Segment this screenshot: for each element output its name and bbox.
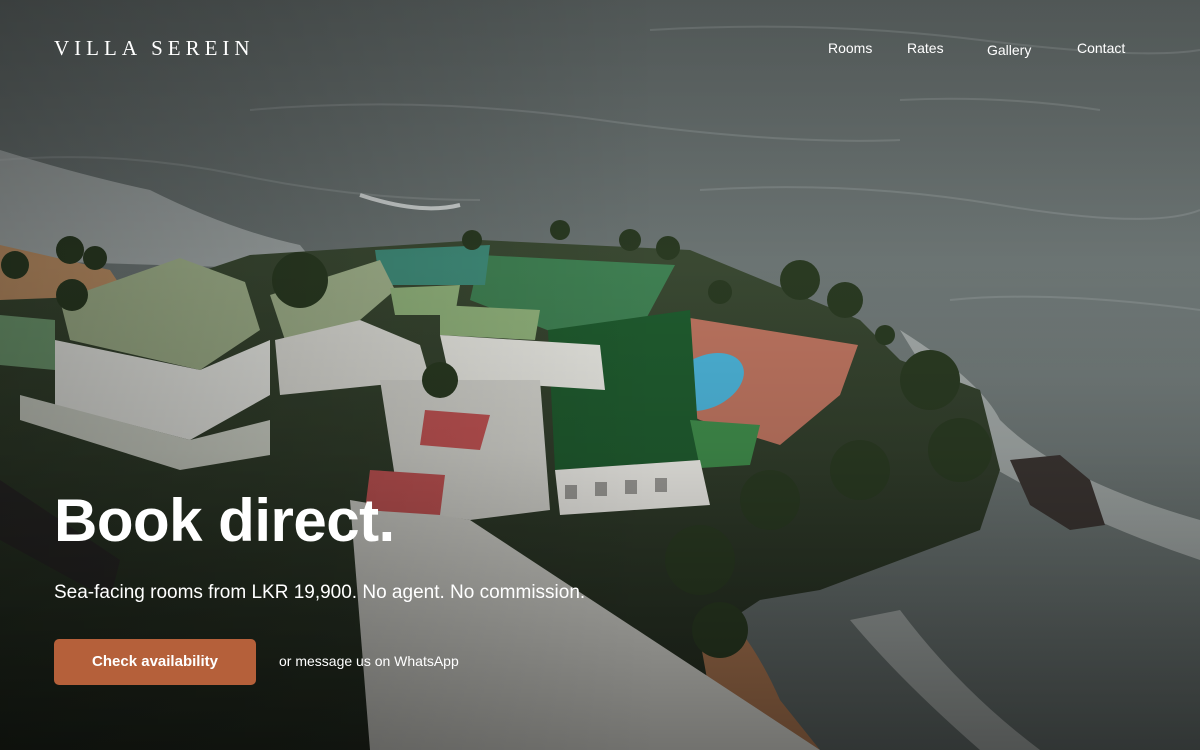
check-availability-button[interactable]: Check availability [54,639,256,685]
nav-link-contact[interactable]: Contact [1077,40,1125,56]
whatsapp-message-link[interactable]: or message us on WhatsApp [279,653,459,669]
hero-subheadline: Sea-facing rooms from LKR 19,900. No age… [54,582,586,603]
background-side-overlay [0,0,1200,750]
nav-link-rates[interactable]: Rates [907,40,944,56]
nav-link-rooms[interactable]: Rooms [828,40,872,56]
hero-headline: Book direct. [54,487,395,554]
nav-link-gallery[interactable]: Gallery [987,42,1031,58]
hero-section: VILLA SEREIN Rooms Rates Gallery Contact… [0,0,1200,750]
main-navigation: Rooms Rates Gallery Contact [0,40,1200,60]
